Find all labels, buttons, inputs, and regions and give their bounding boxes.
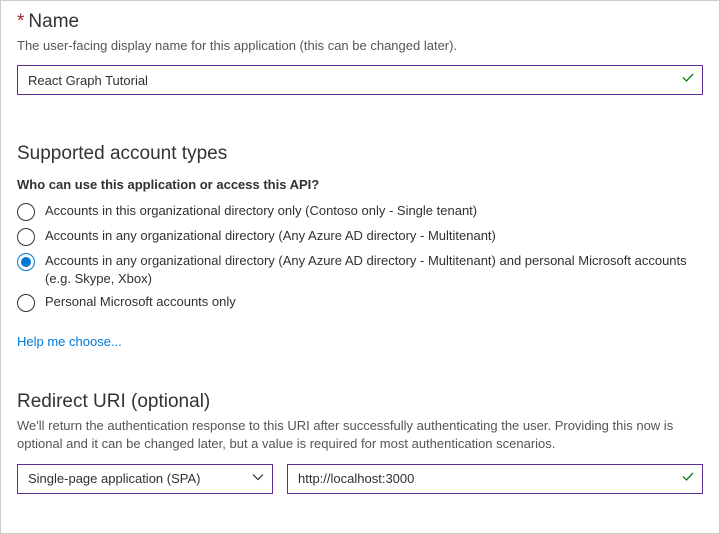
redirect-uri-row: Single-page application (SPA) xyxy=(17,464,703,494)
account-type-option-3[interactable]: Personal Microsoft accounts only xyxy=(17,293,703,312)
account-types-heading: Supported account types xyxy=(17,143,703,165)
redirect-uri-input-wrap xyxy=(287,464,703,494)
account-type-option-label: Accounts in any organizational directory… xyxy=(45,227,703,245)
chevron-down-icon xyxy=(252,471,264,486)
radio-icon xyxy=(17,253,35,271)
account-type-option-0[interactable]: Accounts in this organizational director… xyxy=(17,202,703,221)
account-type-option-1[interactable]: Accounts in any organizational directory… xyxy=(17,227,703,246)
redirect-uri-input[interactable] xyxy=(287,464,703,494)
name-input-wrap xyxy=(17,65,703,95)
required-asterisk: * xyxy=(17,11,24,32)
radio-icon xyxy=(17,294,35,312)
account-type-option-label: Accounts in this organizational director… xyxy=(45,202,703,220)
name-description: The user-facing display name for this ap… xyxy=(17,37,703,55)
radio-icon xyxy=(17,228,35,246)
account-types-question: Who can use this application or access t… xyxy=(17,177,703,192)
help-me-choose-link[interactable]: Help me choose... xyxy=(17,334,122,349)
name-heading: *Name xyxy=(17,11,703,33)
app-registration-form: *Name The user-facing display name for t… xyxy=(0,0,720,534)
radio-icon xyxy=(17,203,35,221)
platform-select-value: Single-page application (SPA) xyxy=(28,471,200,486)
account-type-option-label: Personal Microsoft accounts only xyxy=(45,293,703,311)
account-type-option-2[interactable]: Accounts in any organizational directory… xyxy=(17,252,703,287)
redirect-uri-description: We'll return the authentication response… xyxy=(17,417,703,453)
redirect-uri-heading: Redirect URI (optional) xyxy=(17,391,703,413)
name-input[interactable] xyxy=(17,65,703,95)
name-title-text: Name xyxy=(28,11,79,32)
account-type-option-label: Accounts in any organizational directory… xyxy=(45,252,703,287)
account-types-radio-group: Accounts in this organizational director… xyxy=(17,202,703,312)
platform-select[interactable]: Single-page application (SPA) xyxy=(17,464,273,494)
